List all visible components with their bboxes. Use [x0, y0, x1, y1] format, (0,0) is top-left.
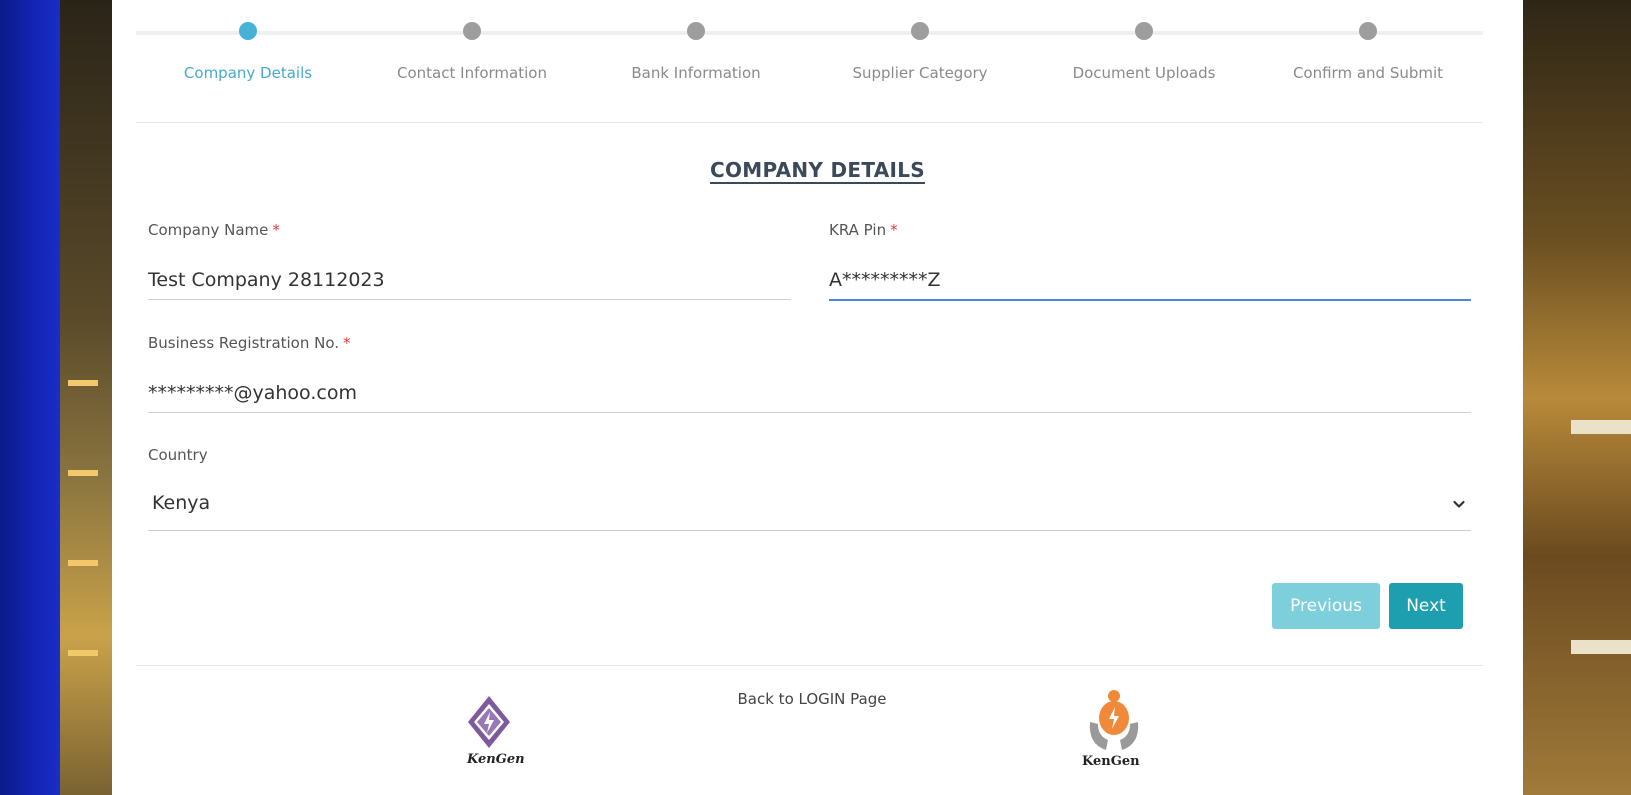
step-company-details[interactable]: Company Details [136, 22, 360, 82]
step-supplier-category[interactable]: Supplier Category [808, 22, 1032, 82]
step-label: Bank Information [631, 64, 761, 82]
logo-left-text: KenGen [467, 752, 525, 767]
country-select-value: Kenya [152, 492, 211, 514]
step-dot-icon [463, 22, 481, 40]
step-label: Company Details [183, 64, 313, 82]
building-window [1571, 640, 1631, 654]
kengen-logo-right: KenGen [1078, 688, 1148, 795]
business-registration-label: Business Registration No. * [148, 334, 351, 352]
required-mark: * [890, 221, 898, 239]
step-document-uploads[interactable]: Document Uploads [1032, 22, 1256, 82]
company-name-label: Company Name * [148, 221, 280, 239]
kengen-logo-left: KenGen [454, 694, 525, 795]
step-dot-icon [687, 22, 705, 40]
required-mark: * [272, 221, 280, 239]
back-to-login-link[interactable]: Back to LOGIN Page [692, 690, 932, 708]
kra-pin-label: KRA Pin * [829, 221, 898, 239]
step-label: Supplier Category [852, 64, 988, 82]
building-window [68, 650, 98, 656]
step-dot-icon [1135, 22, 1153, 40]
step-contact-information[interactable]: Contact Information [360, 22, 584, 82]
kengen-hands-flame-logo-icon [1089, 690, 1139, 750]
building-window [68, 380, 98, 386]
country-label: Country [148, 446, 208, 464]
company-name-label-text: Company Name [148, 221, 269, 239]
chevron-down-icon [1453, 500, 1465, 508]
previous-button[interactable]: Previous [1272, 583, 1380, 629]
step-label: Confirm and Submit [1292, 64, 1444, 82]
divider [136, 665, 1483, 666]
country-label-text: Country [148, 446, 208, 464]
building-facade [60, 0, 112, 795]
business-registration-input[interactable] [148, 382, 1471, 413]
background-image-left [0, 0, 112, 795]
business-registration-label-text: Business Registration No. [148, 334, 340, 352]
building-window [1571, 420, 1631, 434]
kra-pin-label-text: KRA Pin [829, 221, 887, 239]
building-window [68, 560, 98, 566]
divider [136, 122, 1483, 123]
company-name-input[interactable] [148, 269, 791, 300]
registration-card: Company Details Contact Information Bank… [112, 0, 1523, 795]
kra-pin-input[interactable] [829, 269, 1471, 301]
required-mark: * [343, 334, 351, 352]
step-dot-icon [911, 22, 929, 40]
step-dot-icon [1359, 22, 1377, 40]
country-select[interactable]: Kenya [148, 484, 1471, 531]
step-label: Contact Information [397, 64, 547, 82]
building-window [68, 470, 98, 476]
step-bank-information[interactable]: Bank Information [584, 22, 808, 82]
step-confirm-and-submit[interactable]: Confirm and Submit [1256, 22, 1480, 82]
step-label: Document Uploads [1072, 64, 1216, 82]
background-image-right [1523, 0, 1631, 795]
progress-stepper: Company Details Contact Information Bank… [136, 0, 1483, 120]
logo-right-text: KenGen [1082, 754, 1140, 769]
step-dot-icon [239, 22, 257, 40]
kengen-diamond-logo-icon [468, 696, 510, 748]
form-title: COMPANY DETAILS [710, 158, 925, 182]
next-button[interactable]: Next [1389, 583, 1463, 629]
